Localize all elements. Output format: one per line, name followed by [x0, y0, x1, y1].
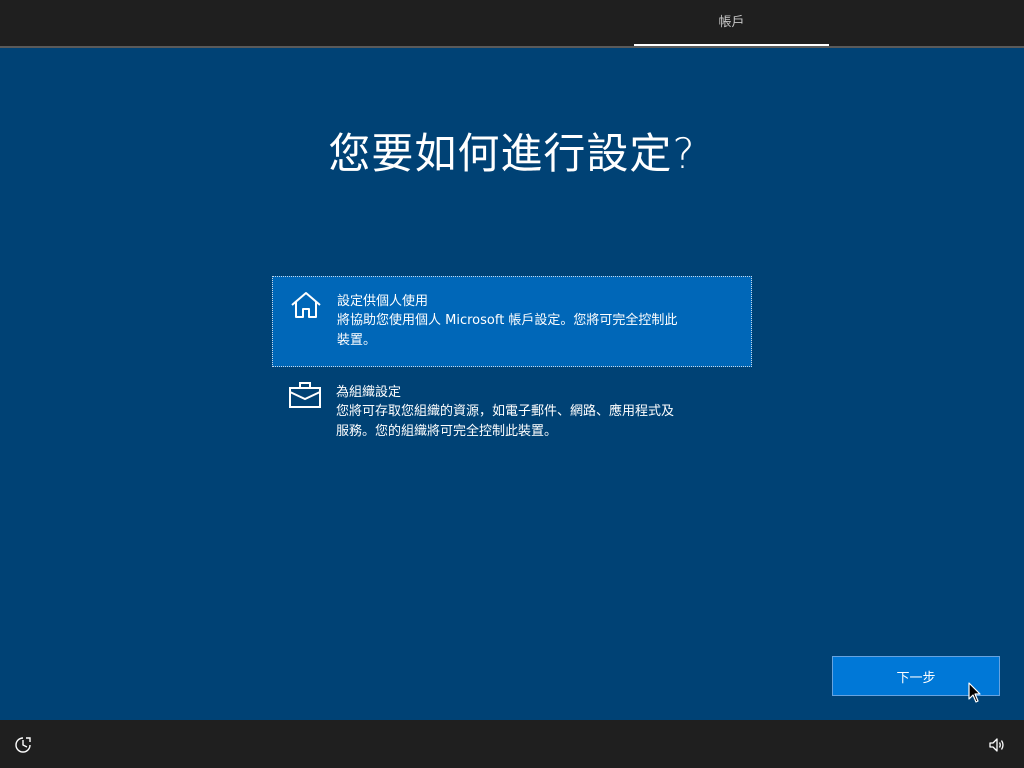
option-personal-desc-1: 將協助您使用個人 Microsoft 帳戶設定。您將可完全控制此 [337, 313, 678, 328]
ease-of-access-icon[interactable] [14, 736, 32, 754]
tab-account: 帳戶 [634, 0, 829, 46]
mouse-cursor-icon [968, 682, 981, 703]
home-icon [291, 292, 321, 318]
option-organization-desc-1: 您將可存取您組織的資源，如電子郵件、網路、應用程式及 [336, 404, 675, 419]
bottom-bar [0, 720, 1024, 768]
option-personal-desc-2: 裝置。 [337, 333, 377, 348]
option-personal-title: 設定供個人使用 [337, 294, 429, 309]
briefcase-icon [289, 382, 321, 408]
page-title: 您要如何進行設定? [328, 129, 696, 178]
option-organization-desc-2: 服務。您的組織將可完全控制此裝置。 [336, 424, 558, 439]
option-organization[interactable]: 為組織設定 您將可存取您組織的資源，如電子郵件、網路、應用程式及 服務。您的組織… [272, 376, 752, 456]
top-bar: 帳戶 [0, 0, 1024, 48]
volume-icon[interactable] [988, 736, 1006, 754]
option-personal-use[interactable]: 設定供個人使用 將協助您使用個人 Microsoft 帳戶設定。您將可完全控制此… [272, 276, 752, 367]
option-organization-title: 為組織設定 [336, 385, 402, 400]
setup-main: 您要如何進行設定? 設定供個人使用 將協助您使用個人 Microsoft 帳戶設… [0, 48, 1024, 720]
